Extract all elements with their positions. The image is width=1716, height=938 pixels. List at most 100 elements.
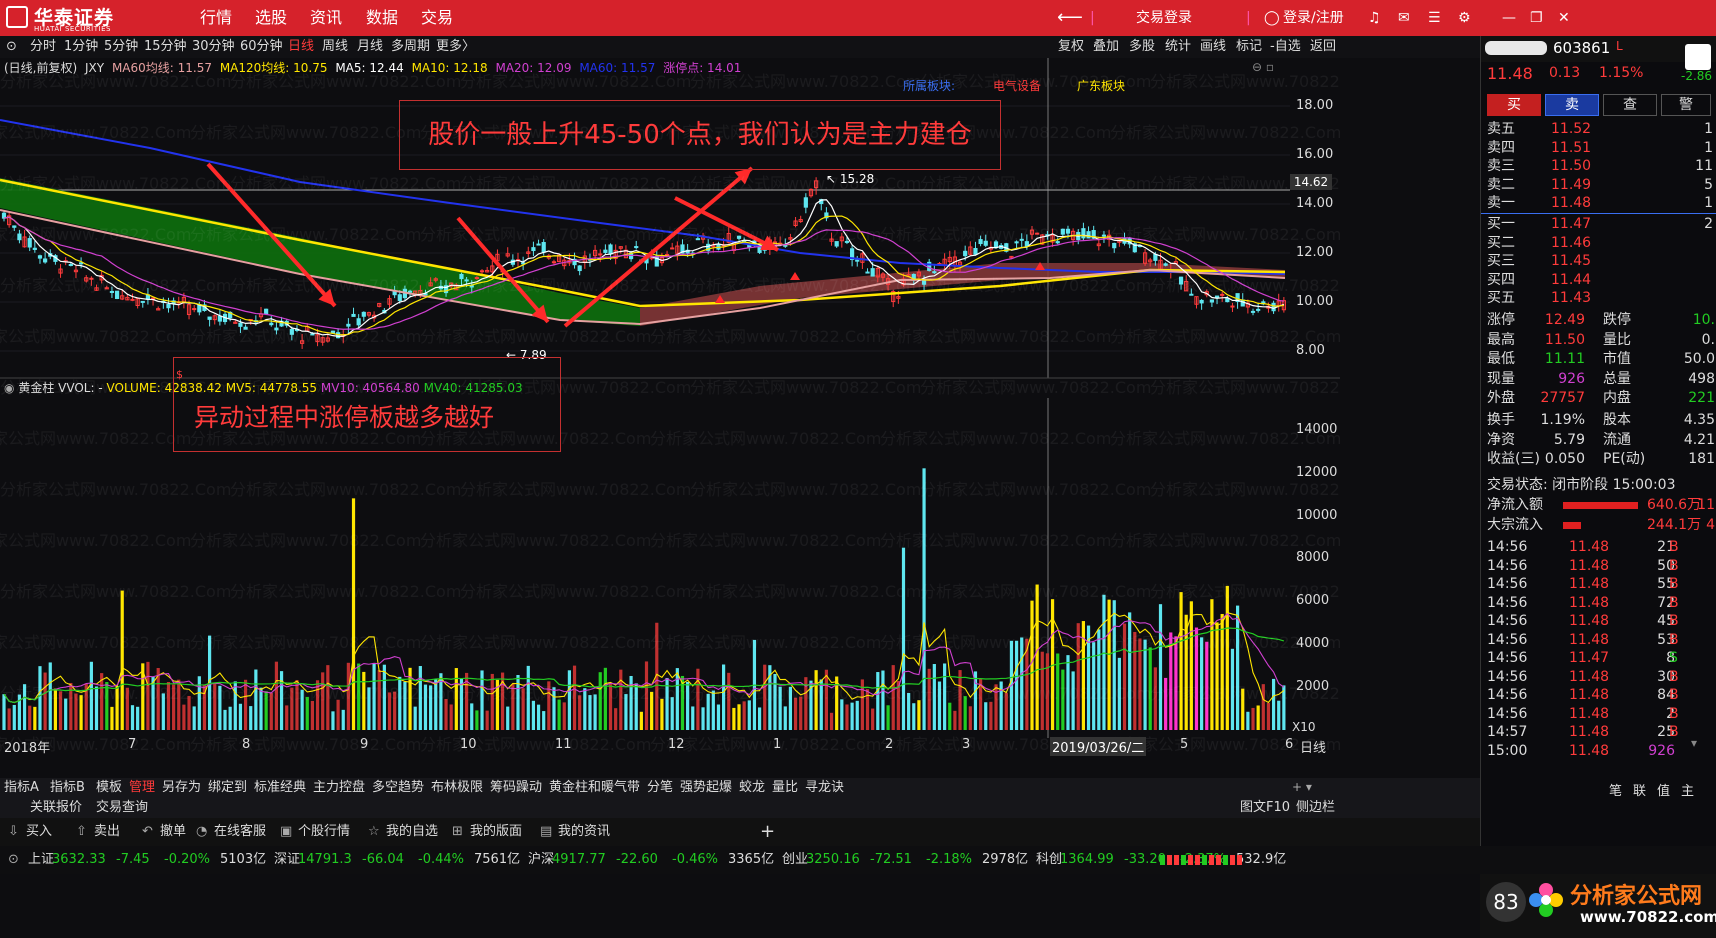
expand-icon[interactable]: ⊖ ▫ [1252, 60, 1274, 74]
login-register-button[interactable]: 登录/注册 [1283, 0, 1344, 36]
menu-xuangu[interactable]: 选股 [255, 0, 287, 36]
headset-icon[interactable]: ♫ [1368, 0, 1381, 36]
indicator-tab[interactable]: 黄金柱和暖气带 [549, 778, 640, 798]
scroll-icon[interactable]: ▾ [1691, 736, 1697, 750]
indicator-tab[interactable]: 另存为 [162, 778, 201, 798]
add-icon[interactable]: + [760, 818, 775, 846]
quick-1[interactable]: 卖出 [94, 818, 120, 846]
settings-circle-icon[interactable]: ⊙ [6, 36, 17, 58]
indicator-tab[interactable]: 筹码躁动 [490, 778, 542, 798]
tool-diejia[interactable]: 叠加 [1093, 36, 1119, 58]
indicator-tab[interactable]: 布林极限 [431, 778, 483, 798]
buy-level[interactable]: 买五 11.43 [1481, 289, 1716, 308]
indicator-tab[interactable]: 指标A [4, 778, 39, 798]
period-1min[interactable]: 1分钟 [64, 36, 98, 58]
tool-tongji[interactable]: 统计 [1165, 36, 1191, 58]
period-30min[interactable]: 30分钟 [192, 36, 235, 58]
indicator-tab[interactable]: 管理 [129, 778, 155, 798]
index-name[interactable]: 上证 [28, 846, 54, 874]
quick-6[interactable]: 我的版面 [470, 818, 522, 846]
menu-hangqing[interactable]: 行情 [200, 0, 232, 36]
tool-zixuan[interactable]: -自选 [1270, 36, 1301, 58]
quick-4[interactable]: 个股行情 [298, 818, 350, 846]
quick-icon: ◔ [196, 824, 208, 839]
indicator-tab[interactable]: 指标B [50, 778, 85, 798]
query-button[interactable]: 查 [1603, 94, 1657, 116]
indicator-tab[interactable]: 强势起爆 [680, 778, 732, 798]
period-more[interactable]: 更多〉 [436, 36, 475, 58]
period-fenshi[interactable]: 分时 [30, 36, 56, 58]
buy-level[interactable]: 买四 11.44 [1481, 271, 1716, 290]
volume-bar [814, 670, 818, 730]
period-daily[interactable]: 日线 [288, 36, 314, 58]
index-bar-icon[interactable]: ⊙ [8, 846, 19, 874]
mail-icon[interactable]: ✉ [1398, 0, 1410, 36]
menu-zixun[interactable]: 资讯 [310, 0, 342, 36]
tab-add-icon[interactable]: + ▾ [1292, 780, 1312, 794]
volume-bar [531, 700, 536, 730]
index-name[interactable]: 深证 [274, 846, 300, 874]
candle-body [43, 258, 48, 263]
tab-sidebar[interactable]: 侧边栏 [1296, 798, 1335, 818]
index-name[interactable]: 创业 [782, 846, 808, 874]
period-weekly[interactable]: 周线 [322, 36, 348, 58]
tool-fanhui[interactable]: 返回 [1310, 36, 1336, 58]
quick-7[interactable]: 我的资讯 [558, 818, 610, 846]
tab-jiaoyichaxun[interactable]: 交易查询 [96, 798, 148, 818]
alert-button[interactable]: 警 [1661, 94, 1711, 116]
candle-body [1220, 293, 1225, 296]
right-tab[interactable]: 联 [1633, 780, 1646, 799]
right-tab[interactable]: 主 [1681, 780, 1694, 799]
minimize-icon[interactable]: — [1502, 0, 1516, 36]
trade-login-button[interactable]: 交易登录 [1136, 0, 1192, 36]
indicator-tab[interactable]: 多空趋势 [372, 778, 424, 798]
quick-2[interactable]: 撤单 [160, 818, 186, 846]
index-name[interactable]: 沪深 [528, 846, 554, 874]
buy-level[interactable]: 买三 11.45 [1481, 252, 1716, 271]
right-tab[interactable]: 值 [1657, 780, 1670, 799]
back-arrow-icon[interactable]: ⟵ [1057, 0, 1083, 36]
sell-level[interactable]: 卖五 11.52 1 [1481, 120, 1716, 139]
zt-point: 涨停点: 14.01 [663, 61, 742, 75]
right-tab[interactable]: 笔 [1609, 780, 1622, 799]
period-5min[interactable]: 5分钟 [104, 36, 138, 58]
tool-huaxian[interactable]: 画线 [1200, 36, 1226, 58]
menu-jiaoyi[interactable]: 交易 [421, 0, 453, 36]
buy-level[interactable]: 买一 11.47 2 [1481, 215, 1716, 234]
tab-f10[interactable]: 图文F10 [1240, 798, 1290, 818]
menu-shuju[interactable]: 数据 [366, 0, 398, 36]
indicator-tab[interactable]: 蛟龙 [739, 778, 765, 798]
sector-2[interactable]: 广东板块 [1077, 77, 1125, 94]
index-name[interactable]: 科创 [1036, 846, 1062, 874]
close-icon[interactable]: ✕ [1558, 0, 1570, 36]
quick-3[interactable]: 在线客服 [214, 818, 266, 846]
period-multi[interactable]: 多周期 [391, 36, 430, 58]
period-monthly[interactable]: 月线 [357, 36, 383, 58]
sell-level[interactable]: 卖三 11.50 11 [1481, 157, 1716, 176]
indicator-tab[interactable]: 寻龙诀 [805, 778, 844, 798]
buy-level[interactable]: 买二 11.46 [1481, 234, 1716, 253]
quick-0[interactable]: 买入 [26, 818, 52, 846]
gear-icon[interactable]: ⚙ [1458, 0, 1471, 36]
tool-fuquan[interactable]: 复权 [1058, 36, 1084, 58]
menu-icon[interactable]: ☰ [1428, 0, 1441, 36]
sell-level[interactable]: 卖二 11.49 5 [1481, 176, 1716, 195]
sell-level[interactable]: 卖一 11.48 1 [1481, 194, 1716, 213]
indicator-tab[interactable]: 模板 [96, 778, 122, 798]
period-15min[interactable]: 15分钟 [144, 36, 187, 58]
tool-duogu[interactable]: 多股 [1129, 36, 1155, 58]
sell-button[interactable]: 卖 [1545, 94, 1599, 116]
buy-button[interactable]: 买 [1487, 94, 1541, 116]
sector-1[interactable]: 电气设备 [993, 77, 1041, 94]
indicator-tab[interactable]: 绑定到 [208, 778, 247, 798]
sell-level[interactable]: 卖四 11.51 1 [1481, 139, 1716, 158]
tool-biaoji[interactable]: 标记 [1236, 36, 1262, 58]
indicator-tab[interactable]: 标准经典 [254, 778, 306, 798]
quick-5[interactable]: 我的自选 [386, 818, 438, 846]
period-60min[interactable]: 60分钟 [240, 36, 283, 58]
indicator-tab[interactable]: 分笔 [647, 778, 673, 798]
tab-guanlian[interactable]: 关联报价 [30, 798, 82, 818]
indicator-tab[interactable]: 量比 [772, 778, 798, 798]
indicator-tab[interactable]: 主力控盘 [313, 778, 365, 798]
maximize-icon[interactable]: ❐ [1530, 0, 1543, 36]
